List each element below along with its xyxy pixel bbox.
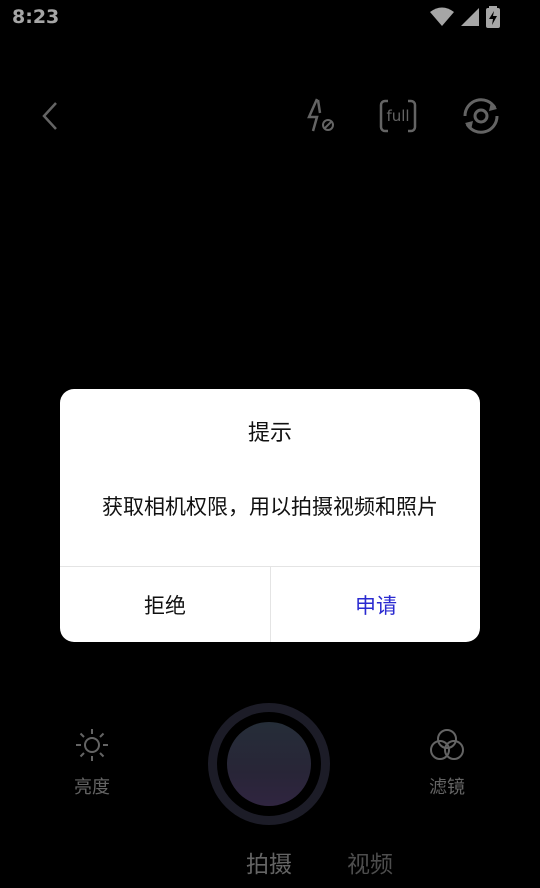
dialog-title: 提示 xyxy=(247,421,292,446)
apply-button[interactable]: 申请 xyxy=(271,567,480,642)
dialog-message: 获取相机权限，用以拍摄视频和照片 xyxy=(102,495,438,519)
camera-screen: 8:23 full 亮度 滤镜 拍摄 视频 提示 获取相机权限，用以拍摄视频和照… xyxy=(0,0,540,888)
permission-dialog: 提示 获取相机权限，用以拍摄视频和照片 拒绝 申请 xyxy=(60,389,480,642)
deny-button[interactable]: 拒绝 xyxy=(60,567,270,642)
